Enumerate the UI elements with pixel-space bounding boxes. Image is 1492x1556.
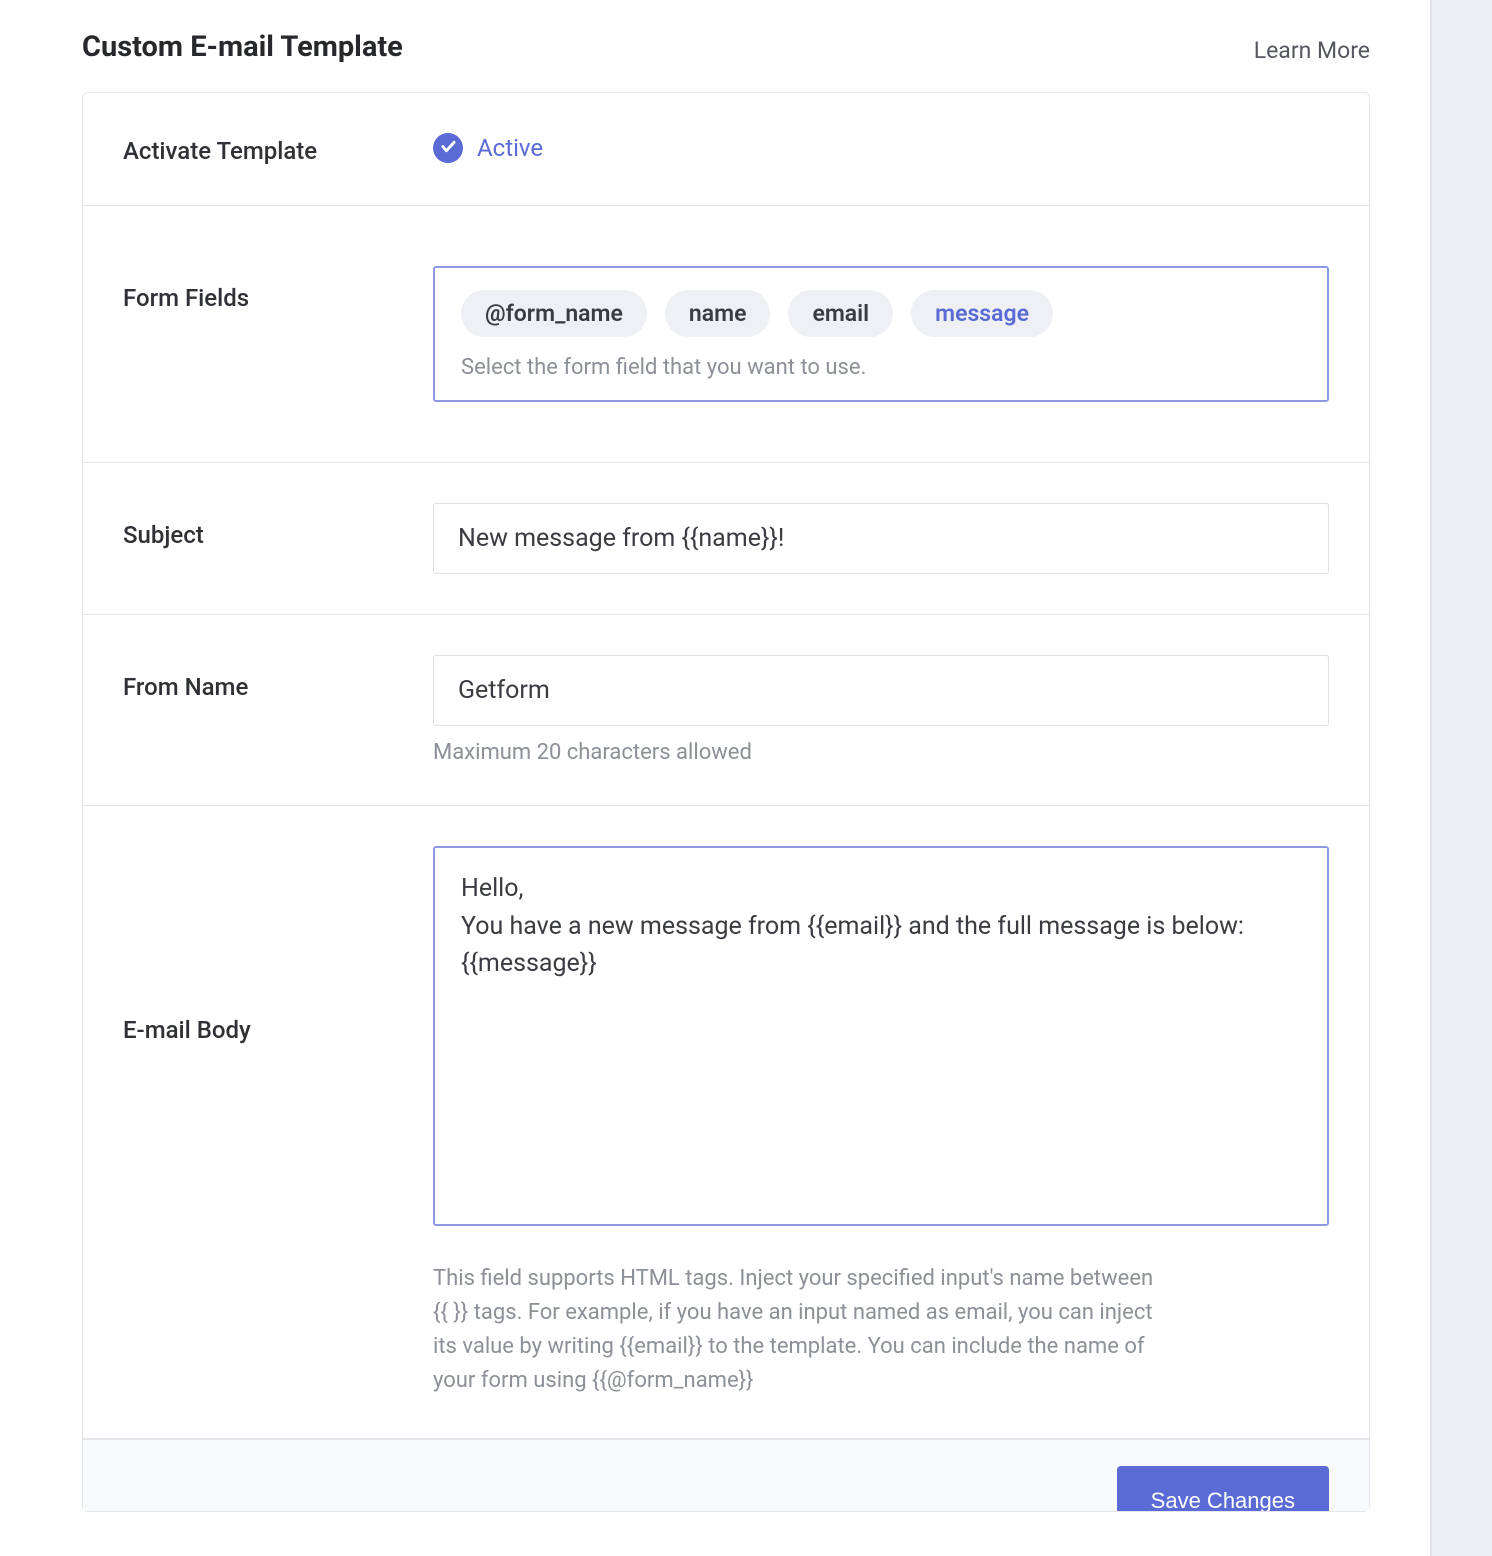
save-changes-button[interactable]: Save Changes <box>1117 1466 1329 1511</box>
form-fields-pills: @form_name name email message <box>461 290 1301 337</box>
section-email-body: E-mail Body This field supports HTML tag… <box>83 806 1369 1439</box>
section-from-name: From Name Maximum 20 characters allowed <box>83 615 1369 806</box>
section-activate: Activate Template Active <box>83 93 1369 206</box>
from-name-label: From Name <box>123 655 433 701</box>
right-gutter <box>1430 0 1492 1556</box>
form-fields-hint: Select the form field that you want to u… <box>461 355 1301 380</box>
email-body-textarea[interactable] <box>433 846 1329 1226</box>
email-body-hint: This field supports HTML tags. Inject yo… <box>433 1262 1173 1398</box>
from-name-hint: Maximum 20 characters allowed <box>433 740 1329 765</box>
subject-input[interactable] <box>433 503 1329 574</box>
section-subject: Subject <box>83 463 1369 615</box>
field-pill-form-name[interactable]: @form_name <box>461 290 647 337</box>
check-icon <box>440 138 457 159</box>
page-title: Custom E-mail Template <box>82 30 403 64</box>
activate-label: Activate Template <box>123 133 433 165</box>
learn-more-link[interactable]: Learn More <box>1254 37 1370 64</box>
field-pill-email[interactable]: email <box>788 290 893 337</box>
email-body-label: E-mail Body <box>123 846 433 1044</box>
activate-status: Active <box>477 134 543 162</box>
section-form-fields: Form Fields @form_name name email messag… <box>83 206 1369 463</box>
card-footer: Save Changes <box>83 1439 1369 1511</box>
field-pill-message[interactable]: message <box>911 290 1053 337</box>
from-name-input[interactable] <box>433 655 1329 726</box>
activate-toggle[interactable] <box>433 133 463 163</box>
header: Custom E-mail Template Learn More <box>82 30 1370 64</box>
settings-card: Activate Template Active Form Fields <box>82 92 1370 1512</box>
field-pill-name[interactable]: name <box>665 290 771 337</box>
form-fields-box: @form_name name email message Select the… <box>433 266 1329 402</box>
subject-label: Subject <box>123 503 433 549</box>
form-fields-label: Form Fields <box>123 266 433 312</box>
